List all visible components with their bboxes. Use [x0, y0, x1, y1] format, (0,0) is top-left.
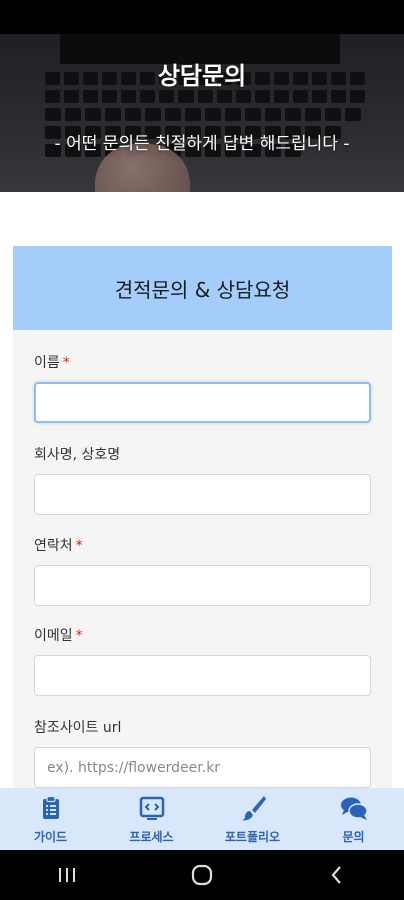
bottom-nav: 가이드 프로세스 포트폴리오 문의	[0, 788, 404, 850]
email-label: 이메일 *	[34, 628, 83, 644]
system-nav-bar	[0, 850, 404, 900]
required-mark: *	[75, 628, 83, 644]
company-field-group: 회사명, 상호명	[34, 444, 371, 515]
hero-banner: 상담문의 - 어떤 문의든 친절하게 답변 해드립니다 -	[0, 34, 404, 192]
email-input[interactable]	[34, 655, 371, 696]
home-button[interactable]	[182, 855, 222, 895]
company-label: 회사명, 상호명	[34, 447, 121, 463]
required-mark: *	[62, 355, 70, 371]
recent-apps-icon	[59, 868, 76, 882]
page-subtitle: - 어떤 문의든 친절하게 답변 해드립니다 -	[54, 134, 350, 154]
home-icon	[191, 864, 213, 886]
chat-bubbles-icon	[340, 797, 368, 820]
form-heading: 견적문의 & 상담요청	[114, 277, 291, 302]
required-mark: *	[75, 538, 83, 554]
nav-item-portfolio[interactable]: 포트폴리오	[202, 788, 303, 850]
name-input[interactable]	[34, 382, 371, 423]
nav-item-inquiry[interactable]: 문의	[303, 788, 404, 850]
nav-item-guide[interactable]: 가이드	[0, 788, 101, 850]
back-icon	[331, 866, 341, 884]
code-window-icon	[139, 796, 164, 820]
recent-apps-button[interactable]	[47, 855, 87, 895]
nav-label-process: 프로세스	[129, 829, 174, 844]
form-header: 견적문의 & 상담요청	[13, 246, 392, 330]
nav-label-inquiry: 문의	[342, 829, 365, 844]
email-field-group: 이메일 *	[34, 625, 371, 696]
name-field-group: 이름 *	[34, 352, 371, 423]
paintbrush-icon	[241, 795, 266, 820]
phone-field-group: 연락처 *	[34, 535, 371, 606]
status-bar	[0, 0, 404, 34]
reference-url-field-group: 참조사이트 url	[34, 717, 371, 788]
page-title: 상담문의	[157, 62, 247, 90]
nav-label-guide: 가이드	[33, 829, 68, 844]
company-input[interactable]	[34, 474, 371, 515]
phone-label: 연락처 *	[34, 538, 83, 554]
reference-url-label: 참조사이트 url	[34, 720, 122, 736]
inquiry-form: 견적문의 & 상담요청 이름 * 회사명, 상호명 연락처 * 이메일 * 참조사이트…	[13, 246, 392, 806]
name-label: 이름 *	[34, 355, 70, 371]
nav-label-portfolio: 포트폴리오	[224, 829, 281, 844]
clipboard-icon	[42, 795, 59, 819]
back-button[interactable]	[317, 855, 357, 895]
reference-url-input[interactable]	[34, 747, 371, 788]
nav-item-process[interactable]: 프로세스	[101, 788, 202, 850]
phone-input[interactable]	[34, 565, 371, 606]
